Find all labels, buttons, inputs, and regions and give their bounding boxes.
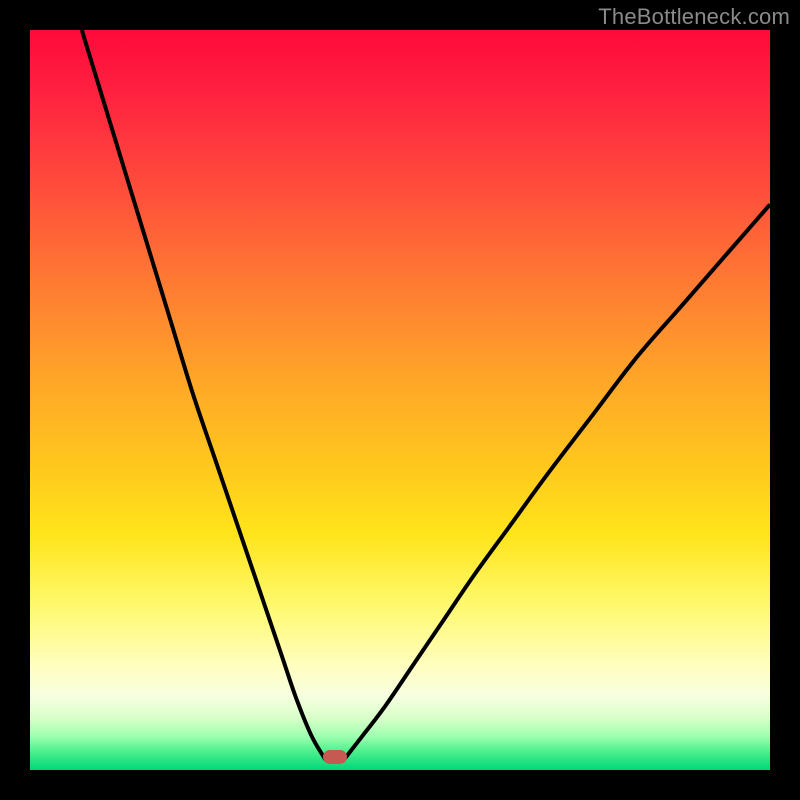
watermark-text: TheBottleneck.com — [598, 4, 790, 30]
chart-frame: TheBottleneck.com — [0, 0, 800, 800]
optimal-marker — [323, 750, 347, 764]
plot-area — [30, 30, 770, 770]
curve-path — [82, 30, 770, 759]
bottleneck-curve — [30, 30, 770, 770]
